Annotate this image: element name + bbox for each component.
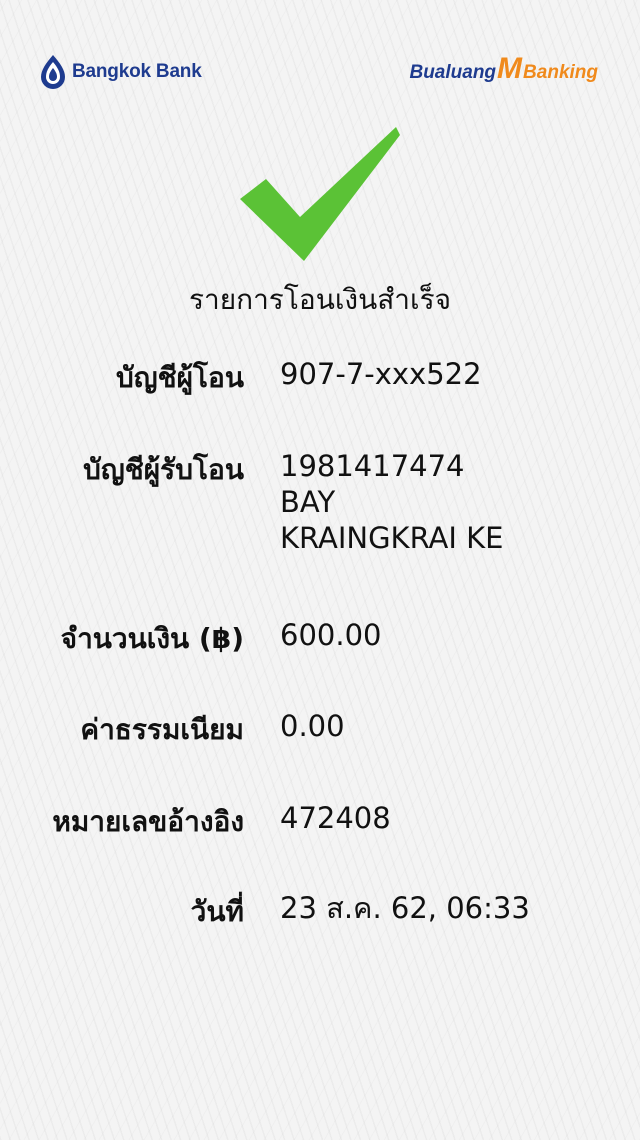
date-label: วันที่ <box>190 895 244 928</box>
bank-name: Bangkok Bank <box>72 61 202 82</box>
to-account-bank: BAY <box>280 485 336 519</box>
reference-value: 472408 <box>280 801 391 835</box>
reference-label: หมายเลขอ้างอิง <box>52 805 244 838</box>
from-account-value: 907-7-xxx522 <box>280 357 482 391</box>
to-account-number: 1981417474 <box>280 449 465 483</box>
to-account-name: KRAINGKRAI KE <box>280 521 504 555</box>
checkmark-icon <box>238 125 402 265</box>
bangkok-bank-logo: Bangkok Bank <box>40 54 202 90</box>
brand-banking-text: Banking <box>523 62 598 83</box>
fee-label: ค่าธรรมเนียม <box>80 713 244 746</box>
header: Bangkok Bank Bualuang M Banking <box>0 50 640 100</box>
brand-m-text: M <box>497 52 523 85</box>
bangkok-bank-emblem-icon <box>41 55 65 89</box>
to-account-label: บัญชีผู้รับโอน <box>83 453 244 486</box>
fee-value: 0.00 <box>280 709 345 743</box>
amount-label: จำนวนเงิน (฿) <box>60 622 244 655</box>
bualuang-mbanking-logo: Bualuang M Banking <box>409 52 598 85</box>
to-account-value: 1981417474 BAY KRAINGKRAI KE <box>280 448 504 556</box>
date-value: 23 ส.ค. 62, 06:33 <box>280 891 530 925</box>
brand-bualuang-text: Bualuang <box>409 62 497 83</box>
amount-value: 600.00 <box>280 618 382 652</box>
from-account-label: บัญชีผู้โอน <box>115 361 244 394</box>
transfer-success-title: รายการโอนเงินสำเร็จ <box>188 283 452 316</box>
